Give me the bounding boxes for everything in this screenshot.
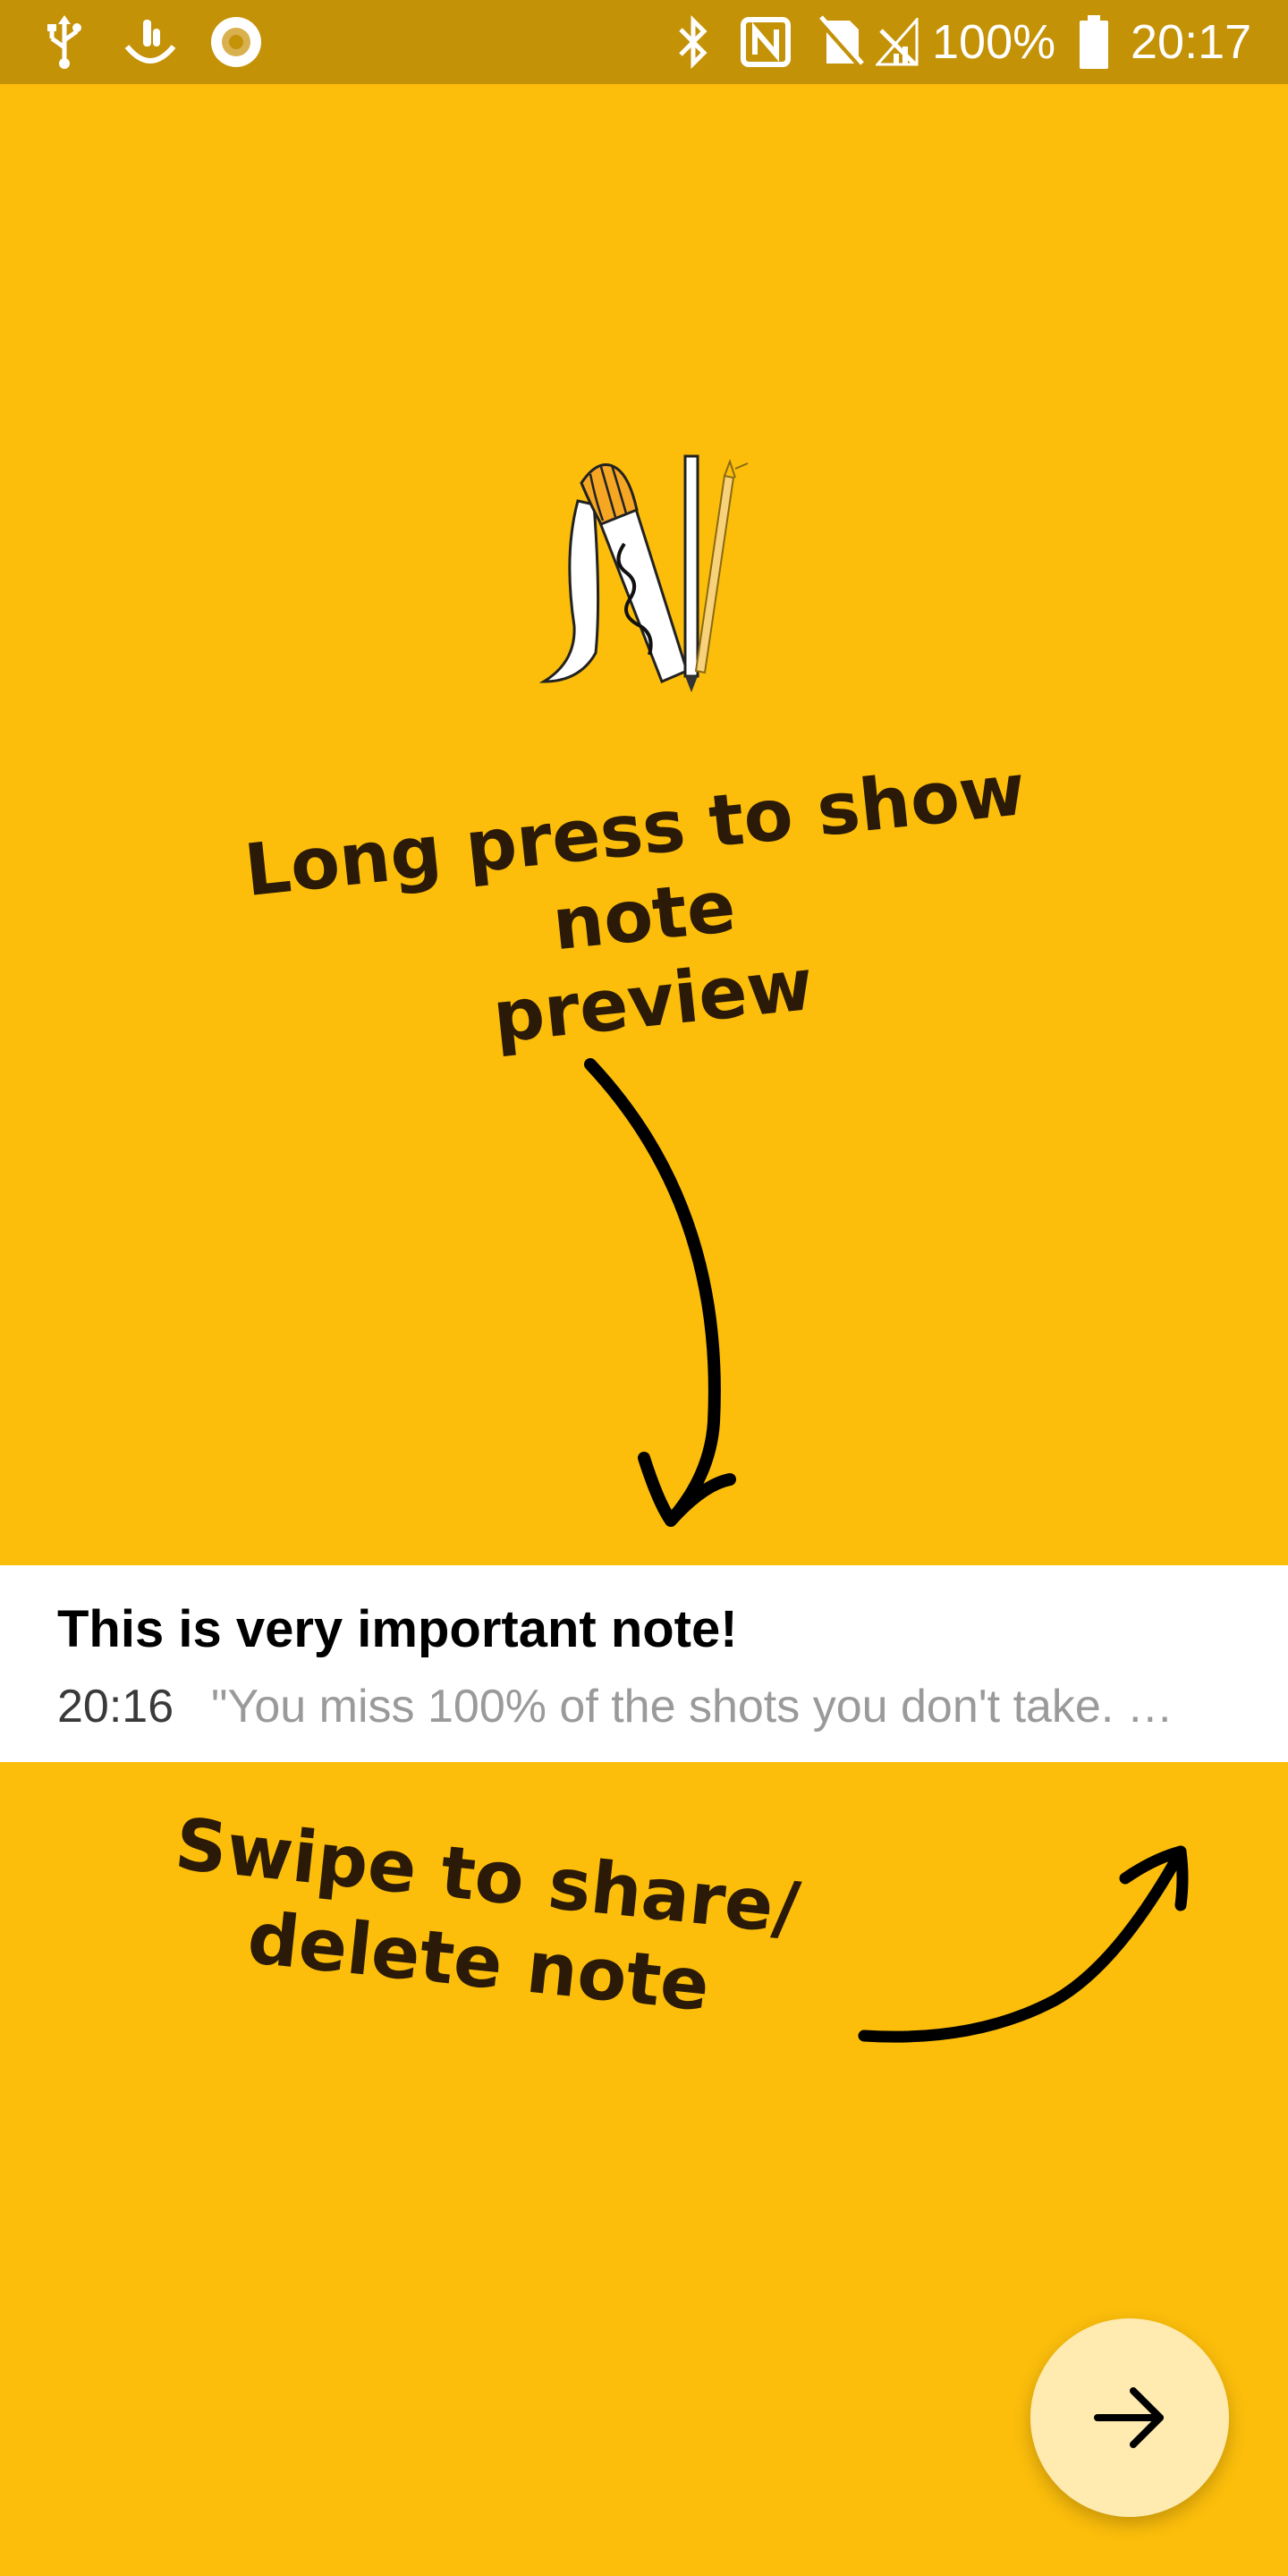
note-title: This is very important note!	[57, 1600, 738, 1658]
battery-percentage: 100%	[932, 15, 1056, 69]
long-press-hint: Long press to show note preview	[150, 737, 1138, 1094]
curved-arrow-up-right-icon	[858, 1845, 1189, 2043]
app-logo	[537, 447, 751, 698]
battery-icon	[1073, 14, 1114, 70]
status-bar: 100% 20:17	[0, 0, 1288, 84]
signal-icon	[875, 14, 919, 70]
nfc-icon	[739, 14, 792, 70]
note-list-item[interactable]: This is very important note! 20:16 "You …	[0, 1565, 1288, 1762]
clock: 20:17	[1131, 15, 1252, 69]
touch-icon	[122, 14, 179, 70]
record-icon	[208, 14, 265, 70]
note-preview: "You miss 100% of the shots you don't ta…	[211, 1681, 1174, 1733]
curved-arrow-down-icon	[584, 1058, 736, 1527]
note-time: 20:16	[57, 1681, 174, 1733]
bluetooth-icon	[673, 14, 714, 70]
arrow-right-icon	[1094, 2387, 1164, 2448]
no-sim-icon	[816, 14, 866, 70]
next-button[interactable]	[1030, 2318, 1229, 2517]
usb-icon	[39, 14, 89, 70]
swipe-hint: Swipe to share/ delete note	[154, 1801, 812, 2038]
